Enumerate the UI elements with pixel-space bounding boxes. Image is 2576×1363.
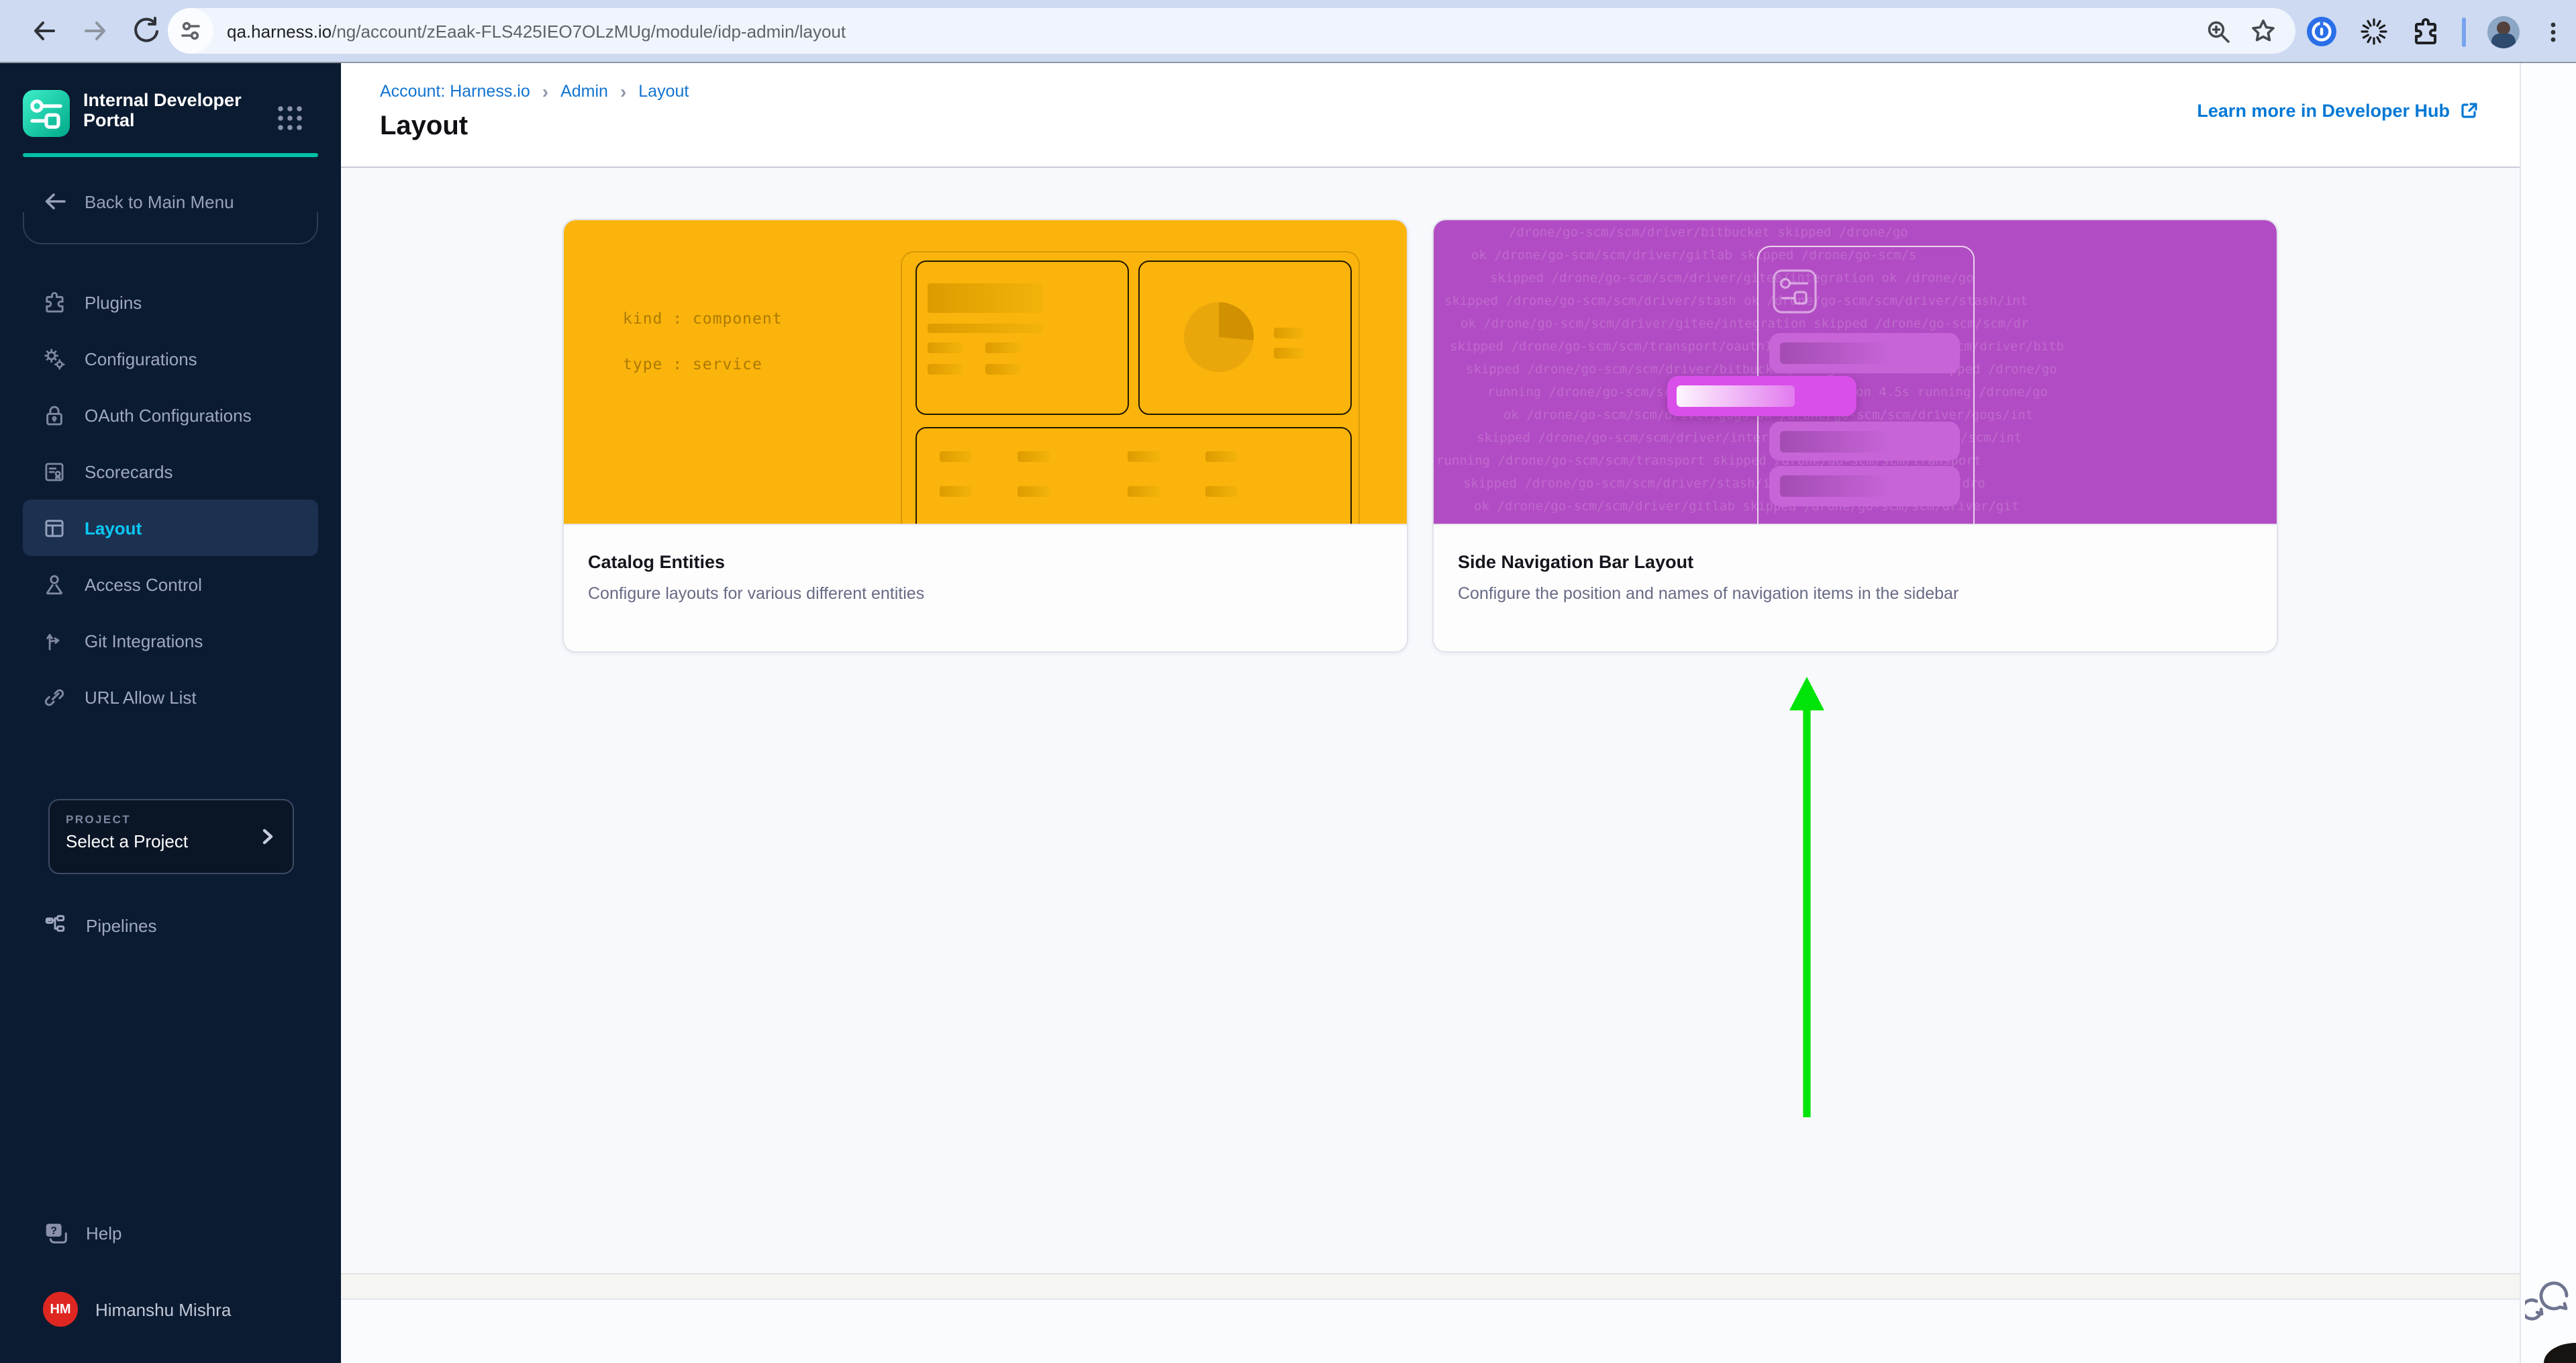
back-section-border <box>23 212 318 244</box>
page-title: Layout <box>380 111 468 142</box>
sidebar-item-plugins[interactable]: Plugins <box>23 274 318 330</box>
mock-nav-pill <box>1769 466 1960 506</box>
card-title: Side Navigation Bar Layout <box>1458 552 2252 572</box>
zoom-page-icon[interactable] <box>2206 18 2231 44</box>
sidebar-item-label: Git Integrations <box>85 630 203 651</box>
right-gutter <box>2520 63 2576 1363</box>
footer-band <box>341 1273 2520 1300</box>
sidebar-accent-divider <box>23 153 318 156</box>
browser-back-icon[interactable] <box>30 16 59 46</box>
breadcrumb-layout[interactable]: Layout <box>638 82 689 101</box>
sidebar-item-layout[interactable]: Layout <box>23 500 318 556</box>
project-selector[interactable]: PROJECT Select a Project <box>48 799 294 874</box>
mock-yaml-line: type : service <box>623 355 762 373</box>
person-icon <box>42 571 67 597</box>
card-description: Configure the position and names of navi… <box>1458 584 2252 603</box>
sidebar-item-configurations[interactable]: Configurations <box>23 330 318 387</box>
browser-profile-avatar[interactable] <box>2487 15 2520 48</box>
idp-logo-icon <box>23 90 70 137</box>
browser-menu-icon[interactable] <box>2541 19 2565 44</box>
bookmark-star-icon[interactable] <box>2250 17 2277 44</box>
learn-more-link[interactable]: Learn more in Developer Hub <box>2197 101 2479 121</box>
sidebar-item-access-control[interactable]: Access Control <box>23 556 318 612</box>
mock-idp-logo-icon <box>1772 269 1818 314</box>
mock-nav-pill <box>1769 422 1960 461</box>
site-settings-icon[interactable] <box>168 8 213 54</box>
app-grid-icon[interactable] <box>275 103 328 133</box>
layout-icon <box>42 515 67 540</box>
extensions-puzzle-icon[interactable] <box>2411 17 2440 46</box>
back-to-main-menu[interactable]: Back to Main Menu <box>42 188 234 215</box>
scorecard-icon <box>42 459 67 484</box>
sidebar-item-label: Scorecards <box>85 461 173 481</box>
browser-toolbar: qa.harness.io/ng/account/zEaak-FLS425IEO… <box>0 0 2576 63</box>
screen: qa.harness.io/ng/account/zEaak-FLS425IEO… <box>0 0 2576 1363</box>
link-icon <box>42 684 67 710</box>
mock-table-card <box>915 427 1352 524</box>
mock-pie-chart <box>1184 302 1254 372</box>
spinner-extension-icon[interactable] <box>2359 16 2389 47</box>
support-chat-icon[interactable] <box>2525 1278 2573 1324</box>
sidebar-item-scorecards[interactable]: Scorecards <box>23 443 318 500</box>
card-side-navigation-bar-layout[interactable]: /drone/go-scm/scm/driver/bitbucket skipp… <box>1432 219 2278 653</box>
arrow-left-icon <box>42 188 68 215</box>
card-description: Configure layouts for various different … <box>588 584 1383 603</box>
gears-icon <box>42 346 67 371</box>
project-selector-value: Select a Project <box>66 831 277 851</box>
back-to-main-menu-label: Back to Main Menu <box>85 191 234 211</box>
url-text[interactable]: qa.harness.io/ng/account/zEaak-FLS425IEO… <box>227 21 846 41</box>
toolbar-separator <box>2462 17 2466 46</box>
mock-nav-pill-dragged <box>1667 376 1856 416</box>
mock-yaml-line: kind : component <box>623 309 783 328</box>
git-branch-icon <box>42 628 67 653</box>
breadcrumb: Account: Harness.io › Admin › Layout <box>380 82 689 101</box>
card-catalog-entities[interactable]: kind : component type : service <box>562 219 1408 653</box>
sidebar-user[interactable]: HM Himanshu Mishra <box>43 1292 231 1327</box>
sidebar-item-oauth-configurations[interactable]: OAuth Configurations <box>23 387 318 443</box>
url-path: /ng/account/zEaak-FLS425IEO7OLzMUg/modul… <box>332 21 846 41</box>
sidebar-item-label: Plugins <box>85 292 142 312</box>
project-selector-label: PROJECT <box>66 812 277 826</box>
help-chat-icon: ? <box>42 1219 70 1247</box>
user-name: Himanshu Mishra <box>95 1299 231 1319</box>
catalog-entities-illustration: kind : component type : service <box>564 220 1407 524</box>
mock-nav-pill <box>1769 333 1960 373</box>
sidebar-nav: Plugins Configurations OAuth Configurati… <box>0 274 341 725</box>
breadcrumb-admin[interactable]: Admin <box>560 82 608 101</box>
pipelines-icon <box>42 912 68 939</box>
url-domain: qa.harness.io <box>227 21 332 41</box>
sidebar-item-url-allow-list[interactable]: URL Allow List <box>23 669 318 725</box>
puzzle-icon <box>42 289 67 315</box>
card-title: Catalog Entities <box>588 552 1383 572</box>
lock-icon <box>42 402 67 428</box>
footer-area <box>341 1300 2520 1363</box>
sidebar-item-help[interactable]: ? Help <box>42 1215 122 1250</box>
breadcrumb-separator-icon: › <box>542 83 548 99</box>
breadcrumb-separator-icon: › <box>620 83 626 99</box>
sidebar-item-label: Layout <box>85 518 142 538</box>
sidebar-item-label: Help <box>86 1223 122 1243</box>
external-link-icon <box>2459 101 2479 121</box>
password-manager-extension-icon[interactable] <box>2306 16 2337 47</box>
page-header: Account: Harness.io › Admin › Layout Lay… <box>341 63 2520 168</box>
sidebar: Internal Developer Portal Back to Main M… <box>0 63 341 1363</box>
user-avatar: HM <box>43 1292 78 1327</box>
sidebar-item-label: OAuth Configurations <box>85 405 252 425</box>
sidebar-item-label: URL Allow List <box>85 687 197 707</box>
side-nav-illustration: /drone/go-scm/scm/driver/bitbucket skipp… <box>1434 220 2277 524</box>
sidebar-item-label: Configurations <box>85 348 197 369</box>
browser-refresh-icon[interactable] <box>132 16 161 46</box>
annotation-arrow-up <box>1788 677 1826 1120</box>
sidebar-item-pipelines[interactable]: Pipelines <box>42 908 157 943</box>
sidebar-item-label: Access Control <box>85 574 202 594</box>
address-bar[interactable]: qa.harness.io/ng/account/zEaak-FLS425IEO… <box>168 8 2295 54</box>
main-content: Account: Harness.io › Admin › Layout Lay… <box>341 63 2520 1363</box>
svg-text:?: ? <box>50 1225 56 1236</box>
browser-forward-icon[interactable] <box>81 16 110 46</box>
chevron-right-icon <box>258 827 277 846</box>
product-title: Internal Developer Portal <box>83 90 251 130</box>
breadcrumb-account[interactable]: Account: Harness.io <box>380 82 530 101</box>
sidebar-item-git-integrations[interactable]: Git Integrations <box>23 612 318 669</box>
sidebar-item-label: Pipelines <box>86 915 157 935</box>
